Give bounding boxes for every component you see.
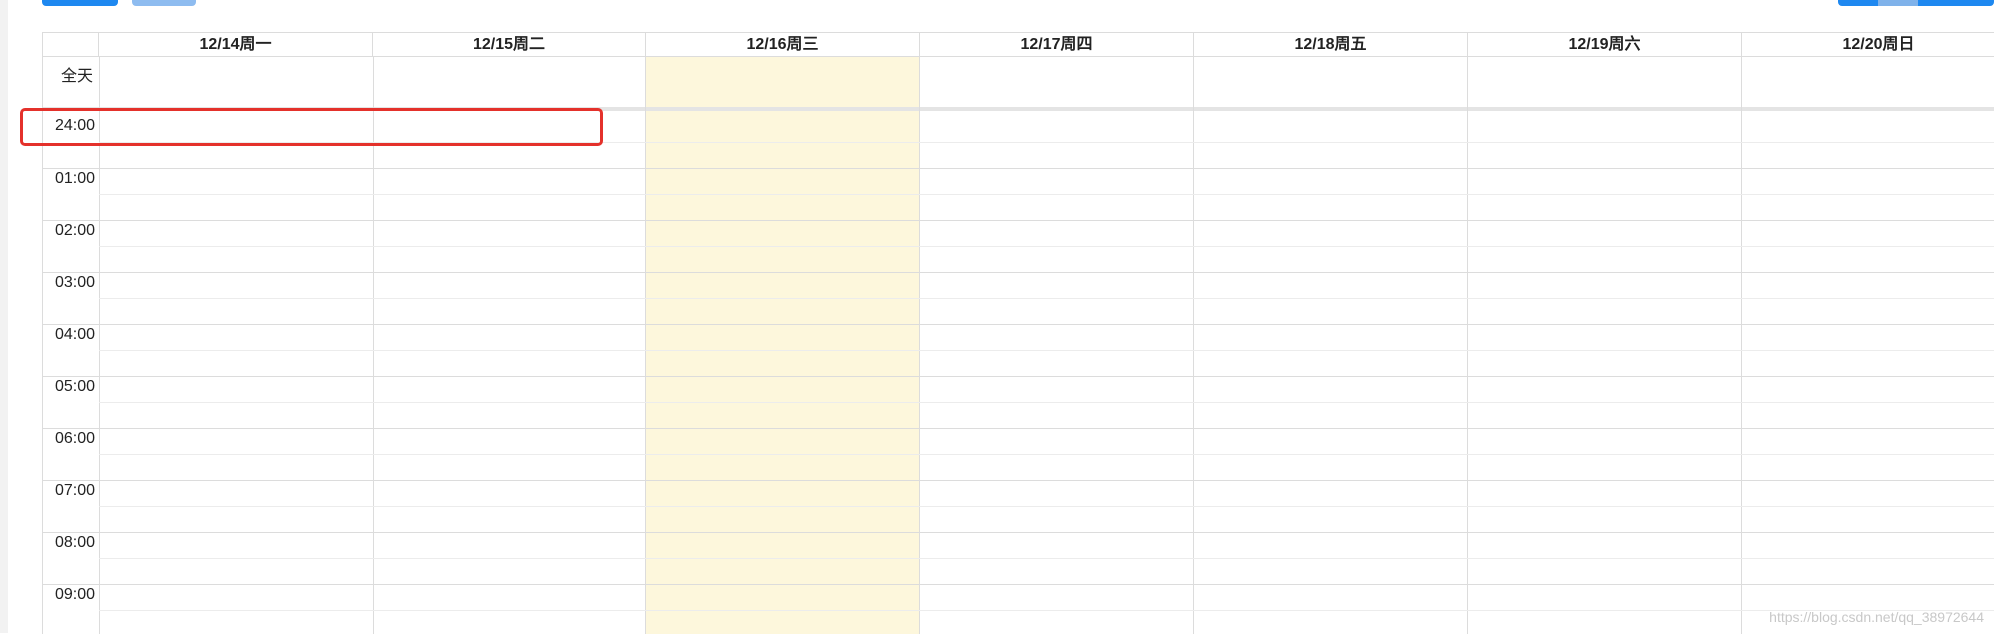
all-day-label: 全天 [60,68,93,85]
today-column-highlight [645,57,919,634]
hour-label: 01:00 [54,170,95,187]
day-header-sun: 12/20周日 [1742,33,1994,57]
half-hour-line [99,402,1994,403]
hour-label: 08:00 [54,534,95,551]
hour-line [43,272,1994,273]
column-divider [1741,57,1742,634]
hour-label: 06:00 [54,430,95,447]
hour-line [43,480,1994,481]
hour-line [43,220,1994,221]
half-hour-line [99,246,1994,247]
toolbar-button-view-switch[interactable] [1838,0,1994,6]
day-header-tue: 12/15周二 [373,33,646,57]
half-hour-line [99,610,1994,611]
half-hour-line [99,506,1994,507]
hour-label: 07:00 [54,482,95,499]
day-header-thu: 12/17周四 [920,33,1194,57]
hour-label: 03:00 [54,274,95,291]
hour-label: 04:00 [54,326,95,343]
column-divider [919,57,920,634]
day-header-fri: 12/18周五 [1194,33,1468,57]
half-hour-line [99,194,1994,195]
hour-line [43,376,1994,377]
toolbar-button-secondary[interactable] [132,0,196,6]
toolbar-button-active-segment[interactable] [1878,0,1918,6]
left-edge-strip [0,0,8,633]
watermark: https://blog.csdn.net/qq_38972644 [1769,609,1984,625]
hour-line [43,428,1994,429]
column-divider [1193,57,1194,634]
half-hour-line [99,558,1994,559]
toolbar-button-primary[interactable] [42,0,118,6]
half-hour-line [99,350,1994,351]
half-hour-line [99,298,1994,299]
hour-label: 02:00 [54,222,95,239]
day-header-mon: 12/14周一 [99,33,373,57]
hour-line [43,532,1994,533]
hour-line [43,168,1994,169]
hour-line [43,324,1994,325]
time-axis-header [43,33,99,57]
half-hour-line [99,454,1994,455]
hour-label: 05:00 [54,378,95,395]
hour-label: 09:00 [54,586,95,603]
hour-line [43,584,1994,585]
column-divider [1467,57,1468,634]
column-divider [645,57,646,634]
day-header-wed: 12/16周三 [646,33,920,57]
all-day-row[interactable] [43,57,1994,111]
annotation-highlight-box [20,108,603,146]
day-header-sat: 12/19周六 [1468,33,1742,57]
